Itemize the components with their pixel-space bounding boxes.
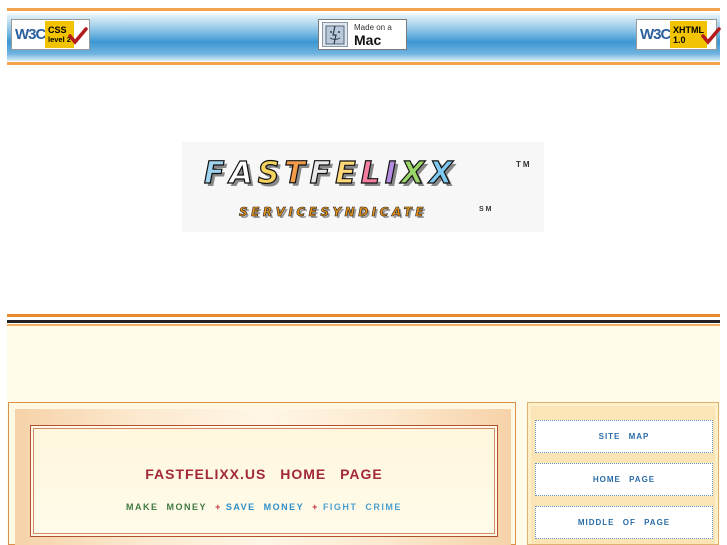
- main-content-gradient: FASTFELIXX.US HOME PAGE MAKE MONEY + SAVE …: [15, 409, 511, 545]
- check-icon: [701, 26, 721, 45]
- mac-text: Made on a Mac: [354, 22, 392, 48]
- xhtml-version-label: 1.0: [673, 34, 686, 45]
- servicemark-mark: SM: [479, 206, 494, 213]
- made-on-mac-badge[interactable]: Made on a Mac: [318, 19, 407, 50]
- xhtml-label: XHTML: [673, 24, 704, 35]
- bottom-orange-line: [7, 62, 720, 65]
- nav-site-map[interactable]: SITE MAP: [535, 420, 713, 453]
- nav-middle-of-page[interactable]: MIDDLE OF PAGE: [535, 506, 713, 539]
- w3c-logo: W3C: [640, 26, 671, 43]
- logo-letter: I: [384, 155, 402, 191]
- mac-finder-icon: [322, 22, 348, 47]
- w3c-logo: W3C: [15, 26, 46, 43]
- home-title-box: FASTFELIXX.US HOME PAGE MAKE MONEY + SAVE …: [30, 425, 498, 537]
- plus-icon: +: [215, 502, 222, 512]
- logo-letter: X: [429, 155, 458, 191]
- nav-home-page[interactable]: HOME PAGE: [535, 463, 713, 496]
- logo-letter: E: [335, 155, 361, 191]
- tagline-make-money: MAKE MONEY: [126, 502, 208, 512]
- home-title-box-inner: FASTFELIXX.US HOME PAGE MAKE MONEY + SAVE …: [33, 428, 495, 534]
- tagline-save-money: SAVE MONEY: [225, 502, 305, 512]
- trademark-mark: TM: [516, 160, 532, 169]
- mac-label: Mac: [354, 31, 382, 48]
- logo-subtitle: SERVICESYNDICATE: [239, 205, 427, 220]
- logo-letter: L: [360, 155, 385, 191]
- page-title: FASTFELIXX.US HOME PAGE: [145, 466, 383, 482]
- top-orange-line: [7, 8, 720, 11]
- divider-dark: [7, 320, 720, 323]
- valid-css-badge[interactable]: W3C CSS level 2: [11, 19, 90, 50]
- page: W3C CSS level 2 Made on a Mac W3C XHTML …: [0, 0, 727, 545]
- tagline: MAKE MONEY + SAVE MONEY + FIGHT CRIME: [34, 502, 494, 512]
- check-icon: [68, 26, 88, 45]
- made-on-label: Made on a: [354, 22, 392, 32]
- badge-bar: W3C CSS level 2 Made on a Mac W3C XHTML …: [7, 13, 721, 61]
- logo-letter: A: [229, 155, 258, 191]
- sidebar-inner: SITE MAP HOME PAGE MIDDLE OF PAGE: [531, 406, 715, 544]
- site-logo[interactable]: FASTFELIXX TM SERVICESYNDICATE SM: [182, 142, 544, 232]
- logo-area: FASTFELIXX TM SERVICESYNDICATE SM: [7, 66, 720, 314]
- logo-letter: S: [257, 155, 285, 191]
- plus-icon: +: [312, 502, 319, 512]
- divider-orange: [7, 314, 720, 317]
- logo-letter: X: [400, 155, 430, 191]
- logo-letter: F: [203, 155, 230, 191]
- sidebar: SITE MAP HOME PAGE MIDDLE OF PAGE: [527, 402, 719, 545]
- logo-letter: F: [309, 155, 336, 191]
- valid-xhtml-badge[interactable]: W3C XHTML 1.0: [636, 19, 721, 50]
- tagline-fight-crime: FIGHT CRIME: [322, 502, 402, 512]
- logo-letter: T: [284, 155, 310, 191]
- logo-wordmark: FASTFELIXX: [203, 155, 458, 191]
- main-content-panel: FASTFELIXX.US HOME PAGE MAKE MONEY + SAVE …: [8, 402, 516, 545]
